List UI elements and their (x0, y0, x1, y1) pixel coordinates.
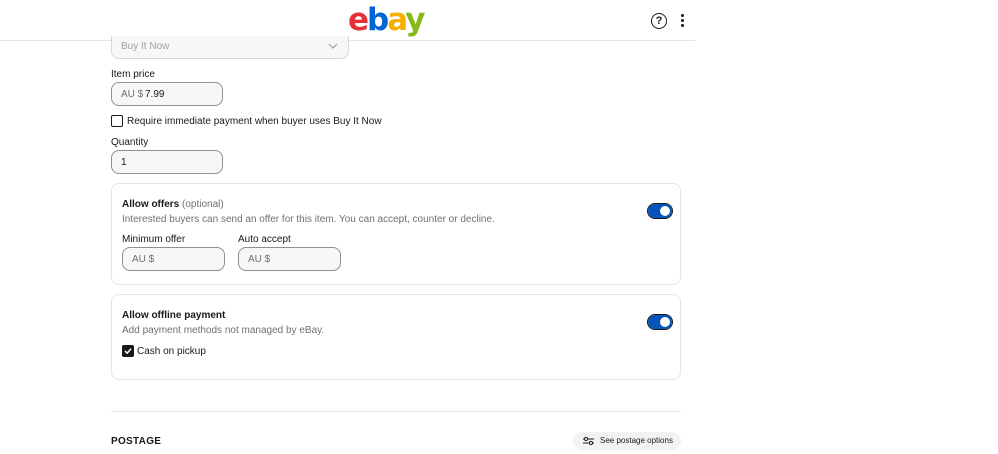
auto-accept-currency: AU $ (248, 254, 271, 265)
allow-offers-card: Allow offers (optional) Interested buyer… (111, 183, 681, 285)
cash-on-pickup-checkbox[interactable] (122, 345, 134, 357)
chevron-down-icon (328, 43, 338, 49)
item-price-currency: AU $ (121, 89, 144, 100)
minimum-offer-label: Minimum offer (122, 234, 186, 245)
offline-payment-description: Add payment methods not managed by eBay. (122, 325, 325, 336)
postage-heading: POSTAGE (111, 436, 162, 447)
item-price-value: 7.99 (145, 89, 165, 100)
quantity-input[interactable]: 1 (111, 150, 223, 174)
allow-offers-toggle[interactable] (648, 204, 672, 218)
item-price-input[interactable]: AU $ 7.99 (111, 82, 223, 106)
quantity-value: 1 (121, 157, 127, 168)
allow-offers-description: Interested buyers can send an offer for … (122, 214, 495, 225)
header-bar: ebay ? (0, 0, 695, 41)
more-vertical-icon[interactable] (676, 12, 688, 30)
logo-letter-a: a (387, 2, 407, 38)
logo-letter-e: e (348, 2, 369, 38)
see-postage-options-button[interactable]: See postage options (573, 432, 681, 450)
logo-letter-y: y (405, 2, 425, 38)
offline-payment-toggle[interactable] (648, 315, 672, 329)
cash-on-pickup-label: Cash on pickup (137, 346, 206, 357)
sliders-icon (583, 436, 594, 446)
allow-offers-title-text: Allow offers (122, 199, 180, 210)
format-select[interactable]: Buy It Now (111, 36, 349, 59)
see-postage-options-label: See postage options (600, 436, 673, 445)
immediate-payment-checkbox[interactable] (111, 115, 123, 127)
allow-offers-title: Allow offers (optional) (122, 199, 224, 210)
format-select-value: Buy It Now (121, 41, 170, 52)
auto-accept-input[interactable]: AU $ (238, 247, 341, 271)
offline-payment-title: Allow offline payment (122, 310, 226, 321)
auto-accept-label: Auto accept (238, 234, 291, 245)
help-icon[interactable]: ? (651, 13, 667, 29)
item-price-label: Item price (111, 69, 155, 80)
section-divider (111, 411, 681, 412)
quantity-label: Quantity (111, 137, 149, 148)
minimum-offer-input[interactable]: AU $ (122, 247, 225, 271)
minimum-offer-currency: AU $ (132, 254, 155, 265)
offline-payment-card: Allow offline payment Add payment method… (111, 294, 681, 380)
immediate-payment-label: Require immediate payment when buyer use… (127, 116, 382, 127)
logo-letter-b: b (367, 2, 389, 38)
allow-offers-optional: (optional) (182, 199, 224, 210)
checkmark-icon (124, 348, 132, 355)
ebay-logo[interactable]: ebay (348, 2, 425, 38)
